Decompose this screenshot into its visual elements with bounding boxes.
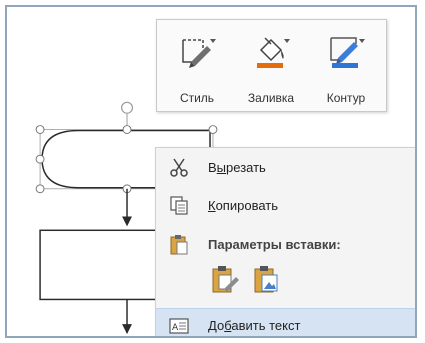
menu-item-copy-label: Копировать <box>208 197 279 213</box>
paste-options-row <box>208 263 282 303</box>
menu-item-cut[interactable]: Вырезать <box>156 150 415 184</box>
fill-label: Заливка <box>247 91 295 105</box>
mini-toolbar: Стиль Заливка Контур <box>156 19 387 112</box>
paste-picture-icon[interactable] <box>250 263 282 295</box>
screenshot-frame: Стиль Заливка Контур Вырезать Копировать… <box>5 5 417 338</box>
outline-button[interactable]: Контур <box>310 20 382 111</box>
rotation-handle[interactable] <box>120 101 134 114</box>
resize-handle-tm[interactable] <box>122 125 132 134</box>
fill-color-swatch <box>257 63 283 68</box>
process-shape[interactable] <box>39 229 175 301</box>
paste-keep-formatting-icon[interactable] <box>208 263 240 295</box>
text-box-icon: A <box>168 315 190 337</box>
menu-item-cut-label: Вырезать <box>208 159 266 175</box>
fill-button[interactable]: Заливка <box>235 20 307 111</box>
style-button[interactable]: Стиль <box>161 20 233 111</box>
outline-color-swatch <box>332 63 358 68</box>
paint-bucket-icon <box>251 32 291 72</box>
svg-text:A: A <box>172 323 179 333</box>
clipboard-icon <box>168 233 190 255</box>
paste-options-header: Параметры вставки: <box>156 227 415 261</box>
menu-item-add-text[interactable]: A Добавить текст <box>156 308 415 337</box>
resize-handle-ml[interactable] <box>35 154 45 164</box>
context-menu: Вырезать Копировать Параметры вставки: A… <box>155 147 415 337</box>
scissors-icon <box>168 156 190 178</box>
paste-options-label: Параметры вставки: <box>208 236 341 252</box>
resize-handle-tl[interactable] <box>35 125 45 134</box>
resize-handle-bl[interactable] <box>35 184 45 194</box>
shape-style-icon <box>177 32 217 72</box>
resize-handle-tr[interactable] <box>208 125 218 134</box>
pen-outline-icon <box>326 32 366 72</box>
copy-icon <box>168 194 190 216</box>
menu-item-copy[interactable]: Копировать <box>156 188 415 222</box>
connector-arrowhead-2 <box>122 324 132 335</box>
style-label: Стиль <box>179 91 215 105</box>
menu-item-add-text-label: Добавить текст <box>208 318 301 333</box>
outline-label: Контур <box>326 91 366 105</box>
connector-arrowhead <box>122 216 132 227</box>
